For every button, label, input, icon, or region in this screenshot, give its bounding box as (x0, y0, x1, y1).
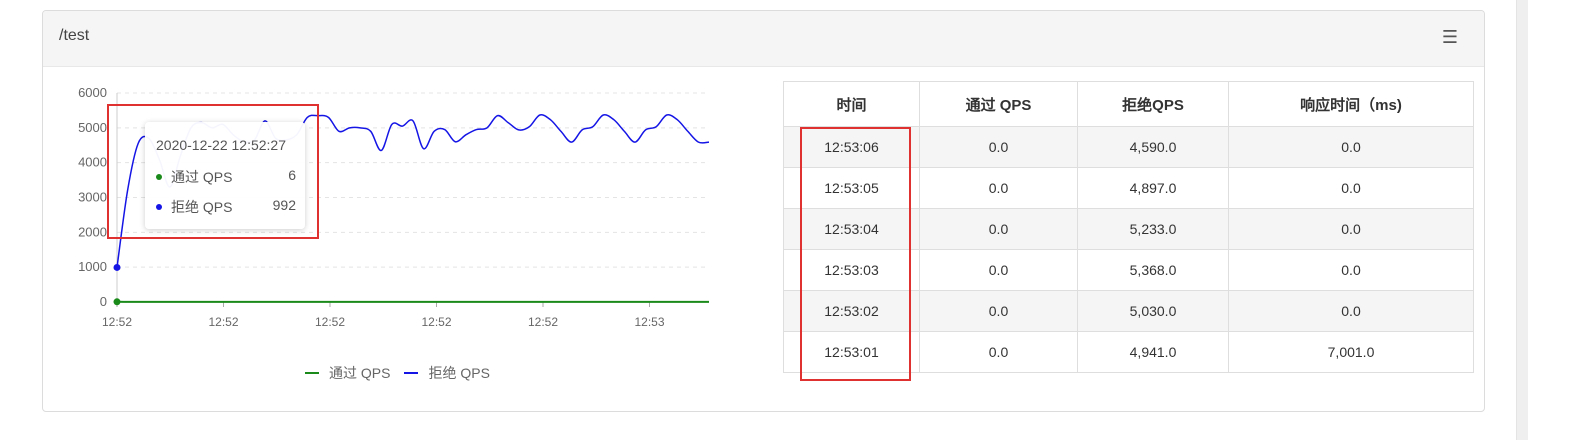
reject-highlight-point (113, 263, 121, 271)
y-tick-label: 4000 (78, 155, 107, 170)
cell-response-time: 0.0 (1228, 249, 1474, 291)
tooltip-highlight-box (107, 104, 319, 239)
time-column-highlight-box (800, 127, 911, 381)
legend-item-reject[interactable]: 拒绝 QPS (404, 363, 490, 383)
cell-reject-qps: 4,897.0 (1077, 167, 1229, 209)
y-tick-label: 6000 (78, 85, 107, 100)
cell-pass-qps: 0.0 (919, 249, 1078, 291)
cell-reject-qps: 4,590.0 (1077, 126, 1229, 168)
x-tick-label: 12:53 (634, 315, 664, 329)
cell-reject-qps: 4,941.0 (1077, 331, 1229, 373)
column-header-reject-qps[interactable]: 拒绝QPS (1077, 81, 1229, 127)
x-tick-label: 12:52 (102, 315, 132, 329)
x-tick-label: 12:52 (315, 315, 345, 329)
legend-swatch-pass (305, 372, 319, 374)
list-icon[interactable]: ☰ (1442, 27, 1458, 48)
page-scrollbar[interactable] (1516, 0, 1528, 440)
metrics-panel: /test ☰ 6000 5000 4000 3000 2000 1000 0 12:52 12… (42, 10, 1485, 412)
cell-response-time: 0.0 (1228, 290, 1474, 332)
cell-response-time: 0.0 (1228, 208, 1474, 250)
legend-label-reject: 拒绝 QPS (428, 365, 490, 381)
cell-pass-qps: 0.0 (919, 331, 1078, 373)
legend-swatch-reject (404, 372, 419, 374)
column-header-time[interactable]: 时间 (783, 81, 920, 127)
legend-label-pass: 通过 QPS (329, 365, 391, 381)
panel-title: /test (59, 27, 90, 44)
legend-item-pass[interactable]: 通过 QPS (305, 363, 390, 383)
cell-pass-qps: 0.0 (919, 167, 1078, 209)
y-tick-label: 5000 (78, 120, 107, 135)
column-header-response-time[interactable]: 响应时间（ms) (1228, 81, 1474, 127)
table-header-row: 时间 通过 QPS 拒绝QPS 响应时间（ms) (783, 81, 1474, 127)
x-tick-label: 12:52 (421, 315, 451, 329)
cell-pass-qps: 0.0 (919, 208, 1078, 250)
y-tick-label: 2000 (78, 224, 107, 239)
cell-response-time: 0.0 (1228, 167, 1474, 209)
column-header-pass-qps[interactable]: 通过 QPS (919, 81, 1078, 127)
cell-pass-qps: 0.0 (919, 290, 1078, 332)
chart-legend: 通过 QPS 拒绝 QPS (305, 363, 490, 383)
cell-reject-qps: 5,233.0 (1077, 208, 1229, 250)
y-tick-label: 1000 (78, 259, 107, 274)
pass-highlight-point (113, 298, 121, 306)
cell-pass-qps: 0.0 (919, 126, 1078, 168)
y-tick-label: 0 (100, 294, 107, 309)
y-tick-label: 3000 (78, 190, 107, 205)
x-tick-label: 12:52 (528, 315, 558, 329)
cell-response-time: 7,001.0 (1228, 331, 1474, 373)
cell-response-time: 0.0 (1228, 126, 1474, 168)
x-tick-label: 12:52 (208, 315, 238, 329)
panel-header: /test ☰ (43, 11, 1484, 67)
cell-reject-qps: 5,368.0 (1077, 249, 1229, 291)
cell-reject-qps: 5,030.0 (1077, 290, 1229, 332)
qps-chart: 6000 5000 4000 3000 2000 1000 0 12:52 12:52 12:52… (43, 67, 743, 411)
